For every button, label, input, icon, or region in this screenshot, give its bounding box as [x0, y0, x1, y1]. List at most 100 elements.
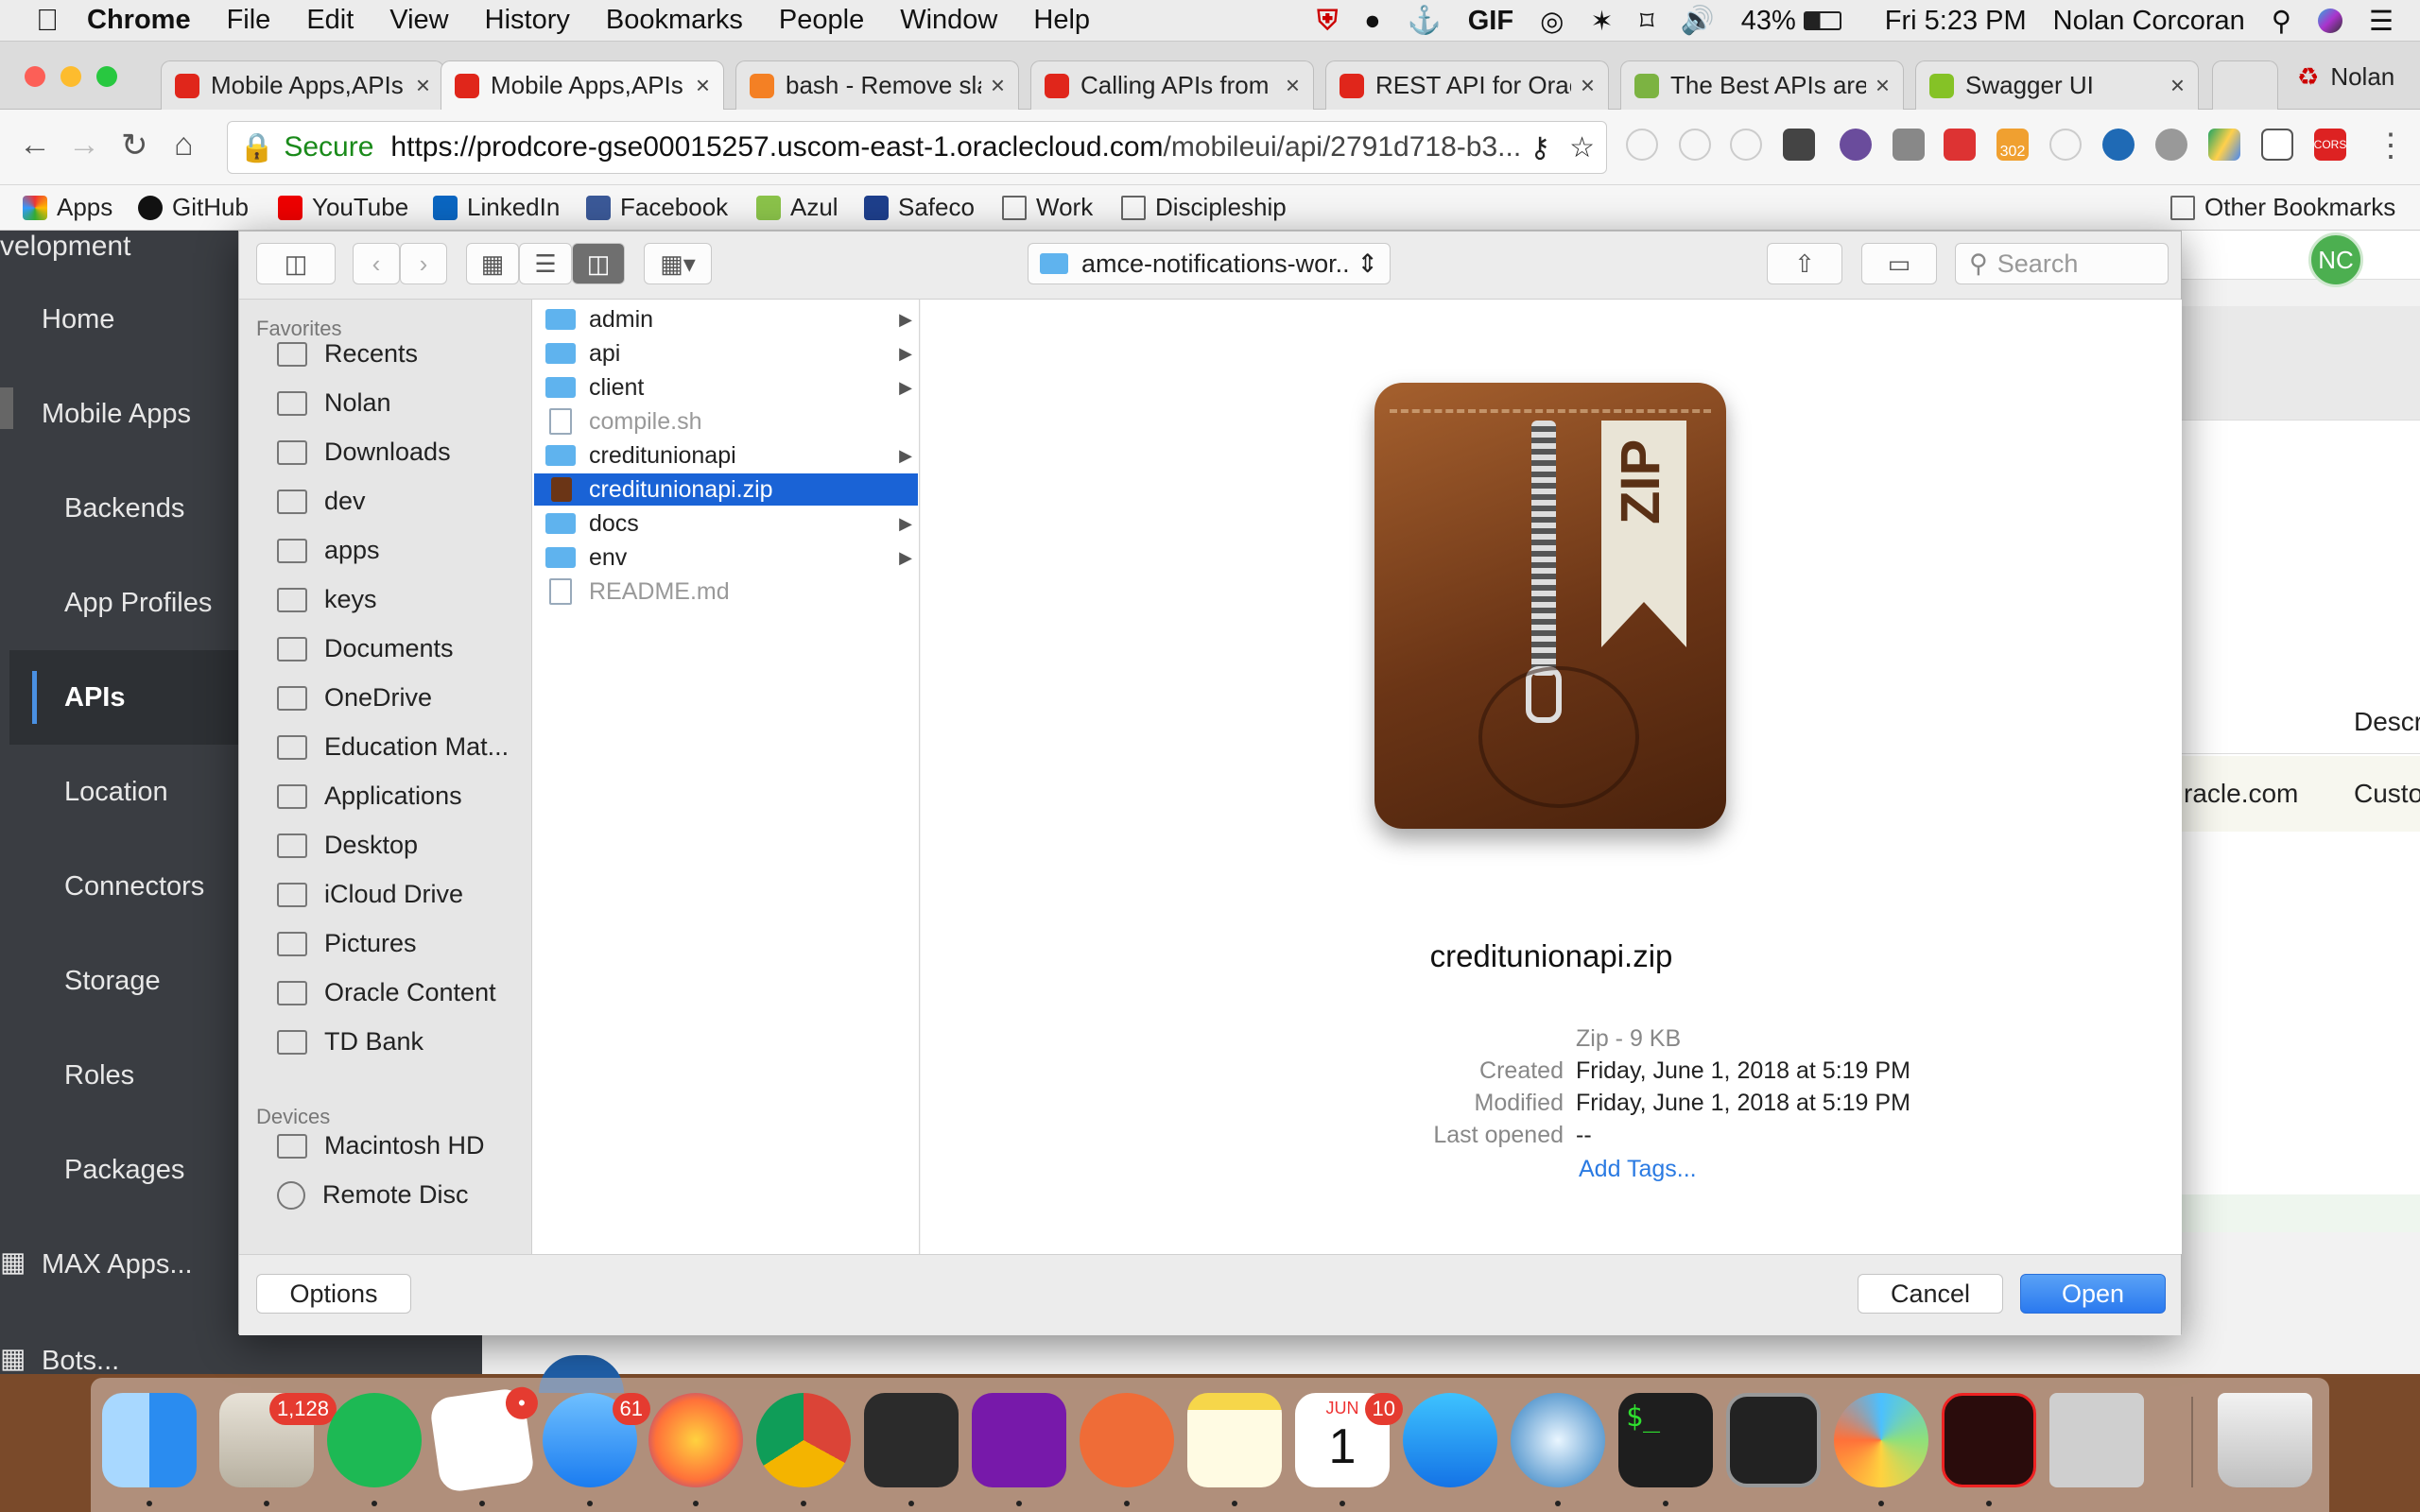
spotlight-icon[interactable]: ⚲ [2272, 5, 2291, 38]
menu-file[interactable]: File [227, 5, 271, 36]
sidebar-item-icloud-drive[interactable]: iCloud Drive [277, 880, 463, 909]
sidebar-item-td-bank[interactable]: TD Bank [277, 1027, 424, 1057]
sidebar-item-recents[interactable]: Recents [277, 339, 418, 369]
cloud-extension-icon[interactable] [2155, 129, 2187, 161]
bookmark-github[interactable]: GitHub [138, 193, 249, 222]
mcafee-icon[interactable]: ⛨ [1317, 6, 1338, 37]
sidebar-item-remote-disc[interactable]: Remote Disc [277, 1180, 469, 1210]
sidenav-item-bots[interactable]: Bots... [42, 1346, 119, 1377]
profile-button[interactable]: ♻ Nolan [2297, 62, 2394, 92]
acrobat-icon[interactable] [1942, 1393, 2036, 1487]
activity-monitor-icon[interactable] [1726, 1393, 1821, 1487]
tab-5[interactable]: REST API for Orac × [1325, 60, 1609, 110]
bookmark-youtube[interactable]: YouTube [278, 193, 408, 222]
apple-menu-icon[interactable]:  [36, 3, 59, 38]
sidenav-item-max-apps[interactable]: MAX Apps... [42, 1249, 193, 1280]
tab-7[interactable]: Swagger UI × [1915, 60, 2199, 110]
bookmark-facebook[interactable]: Facebook [586, 193, 728, 222]
menu-view[interactable]: View [389, 5, 448, 36]
user-name[interactable]: Nolan Corcoran [2053, 6, 2245, 37]
bookmark-apps[interactable]: Apps [23, 193, 112, 222]
firefox-icon[interactable] [648, 1393, 743, 1487]
sidenav-item-apis[interactable]: APIs [64, 682, 125, 713]
add-tags-link[interactable]: Add Tags... [1579, 1156, 1697, 1183]
key-icon[interactable]: ⚷ [1530, 131, 1550, 164]
close-tab-icon[interactable]: × [416, 71, 430, 100]
file-row-admin[interactable]: admin ▶ [534, 303, 918, 335]
options-button[interactable]: Options [256, 1274, 411, 1314]
bookmark-safeco[interactable]: Safeco [864, 193, 975, 222]
list-view-button[interactable]: ☰ [519, 243, 572, 284]
file-row-api[interactable]: api ▶ [534, 337, 918, 369]
menu-app-name[interactable]: Chrome [87, 5, 191, 36]
back-icon[interactable]: ← [19, 127, 51, 163]
menu-people[interactable]: People [779, 5, 864, 36]
sidenav-item-storage[interactable]: Storage [64, 966, 161, 997]
scissors-icon[interactable] [1783, 129, 1815, 161]
calculator-icon[interactable] [2049, 1393, 2144, 1487]
menu-history[interactable]: History [485, 5, 570, 36]
icon-view-button[interactable]: ▦ [466, 243, 519, 284]
google-drive-icon[interactable] [2208, 129, 2240, 161]
chrome-icon[interactable] [756, 1393, 851, 1487]
reload-icon[interactable]: ↻ [121, 127, 148, 164]
sidebar-item-onedrive[interactable]: OneDrive [277, 683, 432, 713]
tab-2[interactable]: Mobile Apps,APIs × [441, 60, 724, 110]
sidenav-item-roles[interactable]: Roles [64, 1060, 134, 1091]
siri-icon[interactable] [2318, 9, 2342, 33]
sidenav-item-packages[interactable]: Packages [64, 1155, 184, 1186]
sidebar-item-dev[interactable]: dev [277, 487, 366, 516]
battery-icon[interactable] [1803, 11, 1841, 30]
cisco-anyconnect-icon[interactable] [1511, 1393, 1605, 1487]
sidenav-item-mobile-apps[interactable]: Mobile Apps [42, 399, 191, 430]
la-extension-icon[interactable] [2261, 129, 2293, 161]
bluetooth-icon[interactable]: ✶ [1590, 5, 1613, 38]
sidebar-item-desktop[interactable]: Desktop [277, 831, 418, 860]
tab-6[interactable]: The Best APIs are × [1620, 60, 1904, 110]
screen-record-icon[interactable]: ◎ [1540, 5, 1564, 38]
sidebar-item-pictures[interactable]: Pictures [277, 929, 417, 958]
file-row-compile-sh[interactable]: compile.sh [534, 405, 918, 438]
sidenav-item-app-profiles[interactable]: App Profiles [64, 588, 212, 619]
sidebar-item-downloads[interactable]: Downloads [277, 438, 451, 467]
forward-icon[interactable]: → [68, 127, 100, 163]
sidebar-item-documents[interactable]: Documents [277, 634, 454, 663]
file-row-creditunionapi-zip[interactable]: creditunionapi.zip [534, 473, 918, 506]
bookmark-star-icon[interactable]: ☆ [1569, 131, 1595, 164]
address-bar[interactable]: 🔒 Secure https://prodcore-gse00015257.us… [227, 121, 1607, 174]
react-devtools-icon[interactable] [1626, 129, 1658, 161]
menu-edit[interactable]: Edit [306, 5, 354, 36]
spotify-icon[interactable] [327, 1393, 422, 1487]
sidebar-item-apps[interactable]: apps [277, 536, 380, 565]
gif-menu-icon[interactable]: GIF [1468, 6, 1513, 37]
file-row-client[interactable]: client ▶ [534, 371, 918, 404]
other-bookmarks[interactable]: Other Bookmarks [2170, 193, 2395, 222]
vscode-icon[interactable] [864, 1393, 959, 1487]
eye-icon[interactable] [2102, 129, 2135, 161]
extension-c-icon[interactable] [2049, 129, 2082, 161]
file-row-readme-md[interactable]: README.md [534, 576, 918, 608]
close-tab-icon[interactable]: × [696, 71, 710, 100]
extension-gear-icon[interactable] [1679, 129, 1711, 161]
home-icon[interactable]: ⌂ [174, 127, 194, 163]
terminal-icon[interactable]: $_ [1618, 1393, 1713, 1487]
sidebar-item-keys[interactable]: keys [277, 585, 377, 614]
menu-help[interactable]: Help [1033, 5, 1090, 36]
tab-3[interactable]: bash - Remove sla × [735, 60, 1019, 110]
group-by-button[interactable]: ▦▾ [644, 243, 712, 284]
bookmark-folder-work[interactable]: Work [1002, 193, 1093, 222]
wifi-icon[interactable]: ⌑ [1640, 5, 1654, 38]
tab-1[interactable]: Mobile Apps,APIs × [161, 60, 444, 110]
sidebar-item-macintosh-hd[interactable]: Macintosh HD [277, 1131, 485, 1160]
search-field[interactable]: ⚲ Search [1955, 243, 2169, 284]
cancel-button[interactable]: Cancel [1858, 1274, 2003, 1314]
share-button[interactable]: ⇧ [1767, 243, 1842, 284]
menu-bookmarks[interactable]: Bookmarks [606, 5, 743, 36]
photos-pinwheel-icon[interactable] [1834, 1393, 1928, 1487]
user-avatar[interactable]: NC [2308, 232, 2363, 287]
battery-percent[interactable]: 43% [1741, 6, 1796, 37]
tags-button[interactable]: ▭ [1861, 243, 1937, 284]
file-row-creditunionapi[interactable]: creditunionapi ▶ [534, 439, 918, 472]
finder-icon[interactable] [102, 1393, 197, 1487]
back-button[interactable]: ‹ [353, 243, 400, 284]
